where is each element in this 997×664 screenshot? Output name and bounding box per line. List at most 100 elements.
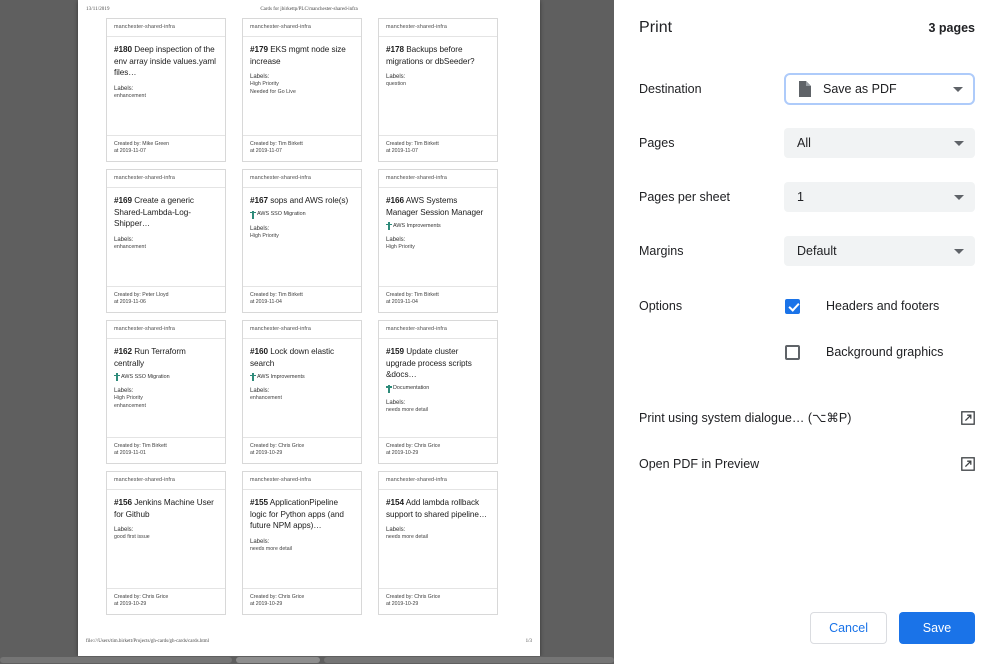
margins-select[interactable]: Default xyxy=(784,236,975,266)
card-title: #162 Run Terraform centrally xyxy=(114,346,218,369)
issue-card: manchester-shared-infra #156 Jenkins Mach… xyxy=(106,471,226,615)
card-issue-title: sops and AWS role(s) xyxy=(270,195,349,205)
dialog-header: Print 3 pages xyxy=(639,19,975,37)
card-created-at: at 2019-10-29 xyxy=(250,449,283,456)
preview-horizontal-scrollbar[interactable] xyxy=(0,656,614,664)
milestone-icon xyxy=(250,210,256,219)
card-created-by: Created by: Tim Birkett xyxy=(386,140,439,147)
card-created-by: Created by: Peter Lloyd xyxy=(114,291,169,298)
pages-select[interactable]: All xyxy=(784,128,975,158)
card-label: High Priority xyxy=(250,81,279,88)
open-pdf-preview-link[interactable]: Open PDF in Preview xyxy=(614,441,997,486)
scrollbar-thumb[interactable] xyxy=(236,657,320,663)
issue-card: manchester-shared-infra #180 Deep inspect… xyxy=(106,18,226,162)
card-title: #159 Update cluster upgrade process scri… xyxy=(386,346,490,381)
cards-grid: manchester-shared-infra #180 Deep inspect… xyxy=(106,18,510,615)
options-row-headers: Options Headers and footers xyxy=(614,286,997,326)
cancel-button[interactable]: Cancel xyxy=(810,612,887,644)
card-labels-heading: Labels: xyxy=(386,237,406,244)
card-label: High Priority xyxy=(114,395,143,402)
card-created-by: Created by: Chris Grice xyxy=(250,593,305,600)
card-repo-name: manchester-shared-infra xyxy=(107,170,225,188)
card-label: enhancement xyxy=(114,402,146,409)
card-body: #154 Add lambda rollback support to shar… xyxy=(379,490,497,542)
chevron-down-icon xyxy=(954,140,964,146)
card-issue-number: #169 xyxy=(114,195,133,205)
destination-value: Save as PDF xyxy=(823,82,897,96)
card-footer: Created by: Tim Birkett at 2019-11-01 xyxy=(107,436,225,463)
issue-card: manchester-shared-infra #159 Update clust… xyxy=(378,320,498,464)
card-footer: Created by: Chris Grice at 2019-10-29 xyxy=(243,436,361,463)
print-preview-area[interactable]: 13/11/2019 Cards for jbirkettp/PLC/manch… xyxy=(0,0,614,664)
card-body: #167 sops and AWS role(s) AWS SSO Migrati… xyxy=(243,188,361,240)
background-graphics-label: Background graphics xyxy=(826,345,944,359)
card-created-at: at 2019-10-29 xyxy=(114,600,147,607)
card-repo-name: manchester-shared-infra xyxy=(243,321,361,339)
card-footer: Created by: Tim Birkett at 2019-11-07 xyxy=(243,134,361,161)
destination-row: Destination Save as PDF xyxy=(614,62,997,116)
card-labels-heading: Labels: xyxy=(114,85,134,92)
card-milestone-label: AWS SSO Migration xyxy=(257,211,306,218)
card-issue-number: #154 xyxy=(386,497,405,507)
card-footer: Created by: Peter Lloyd at 2019-11-06 xyxy=(107,285,225,312)
print-system-dialogue-label: Print using system dialogue… (⌥⌘P) xyxy=(639,411,852,425)
card-footer: Created by: Chris Grice at 2019-10-29 xyxy=(107,587,225,614)
margins-value: Default xyxy=(797,244,837,258)
card-repo-name: manchester-shared-infra xyxy=(107,472,225,490)
card-created-by: Created by: Mike Green xyxy=(114,140,170,147)
card-issue-number: #166 xyxy=(386,195,405,205)
card-created-at: at 2019-11-07 xyxy=(114,147,146,154)
card-body: #180 Deep inspection of the env array in… xyxy=(107,37,225,100)
card-label: needs more detail xyxy=(386,406,429,413)
card-created-at: at 2019-10-29 xyxy=(386,600,419,607)
dialog-title: Print xyxy=(639,19,673,36)
background-graphics-checkbox-wrap[interactable]: Background graphics xyxy=(784,344,975,360)
issue-card: manchester-shared-infra #169 Create a gen… xyxy=(106,169,226,313)
card-created-at: at 2019-11-06 xyxy=(114,298,146,305)
card-labels-heading: Labels: xyxy=(250,538,270,545)
card-body: #160 Lock down elastic search AWS Improve… xyxy=(243,339,361,403)
print-system-dialogue-link[interactable]: Print using system dialogue… (⌥⌘P) xyxy=(614,395,997,440)
page-running-footer: file:///Users/tim.birkett/Projects/gh-ca… xyxy=(78,639,540,648)
dialog-settings: Destination Save as PDF Pages All Pages … xyxy=(614,62,997,486)
card-body: #179 EKS mgmt node size increase Labels: H… xyxy=(243,37,361,96)
card-label: enhancement xyxy=(114,243,146,250)
pages-per-sheet-select[interactable]: 1 xyxy=(784,182,975,212)
card-created-at: at 2019-11-04 xyxy=(250,298,282,305)
issue-card: manchester-shared-infra #160 Lock down el… xyxy=(242,320,362,464)
card-issue-number: #162 xyxy=(114,346,133,356)
issue-card: manchester-shared-infra #167 sops and AWS… xyxy=(242,169,362,313)
card-labels-heading: Labels: xyxy=(114,527,134,534)
card-milestone: Documentation xyxy=(386,384,490,393)
card-created-at: at 2019-10-29 xyxy=(386,449,419,456)
save-button[interactable]: Save xyxy=(899,612,975,644)
issue-card: manchester-shared-infra #179 EKS mgmt nod… xyxy=(242,18,362,162)
card-label: enhancement xyxy=(114,92,146,99)
printed-page-1: 13/11/2019 Cards for jbirkettp/PLC/manch… xyxy=(78,0,540,656)
card-title: #160 Lock down elastic search xyxy=(250,346,354,369)
milestone-icon xyxy=(386,222,392,231)
card-created-at: at 2019-11-07 xyxy=(386,147,418,154)
card-label: enhancement xyxy=(250,395,282,402)
chevron-down-icon xyxy=(954,248,964,254)
card-created-by: Created by: Tim Birkett xyxy=(114,442,167,449)
destination-select[interactable]: Save as PDF xyxy=(784,73,975,105)
card-title: #178 Backups before migrations or dbSeed… xyxy=(386,44,490,67)
card-labels-heading: Labels: xyxy=(386,399,406,406)
preview-scroll-container[interactable]: 13/11/2019 Cards for jbirkettp/PLC/manch… xyxy=(0,0,614,664)
card-created-by: Created by: Chris Grice xyxy=(386,442,441,449)
headers-and-footers-checkbox-wrap[interactable]: Headers and footers xyxy=(784,298,975,314)
card-repo-name: manchester-shared-infra xyxy=(379,19,497,37)
headers-and-footers-checkbox[interactable] xyxy=(785,298,800,314)
card-title: #179 EKS mgmt node size increase xyxy=(250,44,354,67)
external-link-icon xyxy=(961,456,975,471)
pdf-document-icon xyxy=(798,81,811,97)
scrollbar-track-left xyxy=(0,657,232,663)
card-title: #156 Jenkins Machine User for Github xyxy=(114,497,218,520)
card-milestone: AWS Improvements xyxy=(386,222,490,231)
background-graphics-checkbox[interactable] xyxy=(785,344,800,360)
card-footer: Created by: Chris Grice at 2019-10-29 xyxy=(243,587,361,614)
card-title: #180 Deep inspection of the env array in… xyxy=(114,44,218,79)
card-labels-heading: Labels: xyxy=(386,74,406,81)
open-pdf-preview-label: Open PDF in Preview xyxy=(639,456,760,471)
